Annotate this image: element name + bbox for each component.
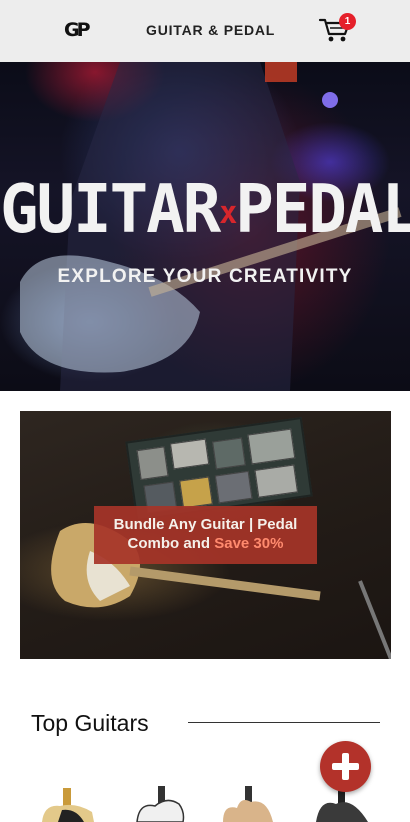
brand-title[interactable]: GUITAR & PEDAL (146, 22, 275, 38)
promo-message[interactable]: Bundle Any Guitar | Pedal Combo and Save… (94, 506, 317, 564)
add-button[interactable] (320, 741, 371, 792)
hero-title-left: GUITAR (0, 171, 221, 249)
section-divider (188, 722, 380, 723)
cart-count-badge: 1 (339, 13, 356, 30)
section-title-top-guitars: Top Guitars (31, 710, 149, 736)
bundle-promo-banner[interactable]: Bundle Any Guitar | Pedal Combo and Save… (20, 411, 391, 659)
promo-line2: Combo and Save 30% (94, 534, 317, 553)
hero-title-right: PEDAL (235, 171, 410, 249)
guitar-thumb-3[interactable] (219, 782, 279, 822)
hero-banner[interactable]: GUITARxPEDAL EXPLORE YOUR CREATIVITY (0, 62, 410, 391)
hero-title-x: x (219, 194, 237, 232)
hero-subtitle: EXPLORE YOUR CREATIVITY (57, 266, 353, 287)
plus-icon (332, 753, 359, 780)
guitar-thumb-1[interactable] (36, 782, 96, 822)
promo-save-highlight: Save 30% (214, 535, 284, 552)
promo-line1: Bundle Any Guitar | Pedal (113, 516, 298, 533)
hero-title: GUITARxPEDAL (0, 168, 410, 256)
header: GP GUITAR & PEDAL 1 (0, 0, 410, 62)
promo-line2-prefix: Combo and (127, 535, 215, 552)
guitar-thumb-2[interactable] (133, 782, 193, 822)
logo[interactable]: GP (64, 17, 91, 43)
